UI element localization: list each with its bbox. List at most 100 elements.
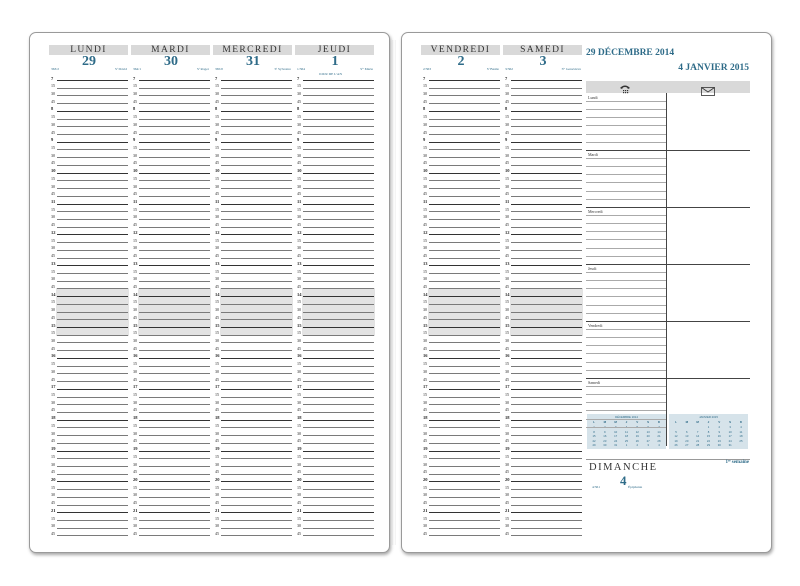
hour-line[interactable] — [139, 388, 210, 390]
quarter-line[interactable] — [303, 149, 374, 151]
note-line[interactable] — [586, 198, 666, 200]
quarter-line[interactable] — [303, 520, 374, 522]
quarter-line[interactable] — [429, 180, 500, 182]
quarter-line[interactable] — [303, 489, 374, 491]
quarter-line[interactable] — [511, 496, 582, 498]
quarter-line[interactable] — [57, 411, 128, 413]
quarter-line[interactable] — [139, 527, 210, 529]
quarter-line[interactable] — [57, 134, 128, 136]
hour-line[interactable] — [511, 265, 582, 267]
hour-line[interactable] — [221, 80, 292, 81]
note-line[interactable] — [586, 247, 666, 249]
quarter-line[interactable] — [57, 334, 128, 336]
quarter-line[interactable] — [511, 342, 582, 344]
quarter-line[interactable] — [139, 195, 210, 197]
hour-line[interactable] — [221, 512, 292, 514]
quarter-line[interactable] — [221, 404, 292, 406]
note-line[interactable] — [586, 174, 666, 176]
quarter-line[interactable] — [139, 319, 210, 321]
quarter-line[interactable] — [57, 211, 128, 213]
hour-line[interactable] — [429, 234, 500, 236]
quarter-line[interactable] — [511, 118, 582, 120]
hour-line[interactable] — [221, 141, 292, 143]
quarter-line[interactable] — [139, 280, 210, 282]
quarter-line[interactable] — [57, 249, 128, 251]
quarter-line[interactable] — [303, 195, 374, 197]
hour-line[interactable] — [139, 327, 210, 329]
quarter-line[interactable] — [511, 180, 582, 182]
hour-line[interactable] — [511, 296, 582, 298]
quarter-line[interactable] — [221, 489, 292, 491]
quarter-line[interactable] — [511, 242, 582, 244]
quarter-line[interactable] — [303, 466, 374, 467]
quarter-line[interactable] — [511, 411, 582, 413]
hour-line[interactable] — [429, 265, 500, 267]
hour-line[interactable] — [511, 80, 582, 81]
hour-line[interactable] — [57, 234, 128, 236]
quarter-line[interactable] — [429, 504, 500, 506]
quarter-line[interactable] — [303, 458, 374, 460]
quarter-line[interactable] — [139, 504, 210, 506]
hour-line[interactable] — [511, 110, 582, 112]
hour-line[interactable] — [139, 481, 210, 483]
quarter-line[interactable] — [429, 195, 500, 197]
hour-line[interactable] — [57, 327, 128, 329]
quarter-line[interactable] — [221, 195, 292, 197]
quarter-line[interactable] — [303, 87, 374, 89]
note-line[interactable] — [586, 288, 666, 290]
hour-line[interactable] — [57, 172, 128, 174]
quarter-line[interactable] — [139, 489, 210, 491]
hour-line[interactable] — [303, 141, 374, 143]
hour-line[interactable] — [303, 388, 374, 390]
hour-line[interactable] — [57, 388, 128, 390]
quarter-line[interactable] — [139, 396, 210, 398]
quarter-line[interactable] — [57, 149, 128, 151]
hour-line[interactable] — [57, 357, 128, 359]
quarter-line[interactable] — [221, 527, 292, 529]
note-line[interactable] — [586, 361, 666, 363]
quarter-line[interactable] — [221, 350, 292, 352]
quarter-line[interactable] — [221, 134, 292, 136]
hour-line[interactable] — [303, 327, 374, 329]
quarter-line[interactable] — [511, 149, 582, 151]
note-line[interactable] — [586, 312, 666, 314]
quarter-line[interactable] — [221, 303, 292, 305]
note-line[interactable] — [586, 239, 666, 241]
quarter-line[interactable] — [139, 164, 210, 166]
quarter-line[interactable] — [303, 427, 374, 429]
quarter-line[interactable] — [57, 126, 128, 128]
quarter-line[interactable] — [57, 280, 128, 282]
quarter-line[interactable] — [57, 273, 128, 274]
quarter-line[interactable] — [57, 365, 128, 367]
quarter-line[interactable] — [221, 319, 292, 321]
quarter-line[interactable] — [303, 211, 374, 213]
hour-line[interactable] — [221, 357, 292, 359]
hour-line[interactable] — [139, 450, 210, 452]
quarter-line[interactable] — [139, 427, 210, 429]
quarter-line[interactable] — [139, 496, 210, 498]
hour-line[interactable] — [221, 265, 292, 267]
hour-line[interactable] — [139, 265, 210, 267]
hour-line[interactable] — [303, 296, 374, 298]
quarter-line[interactable] — [57, 319, 128, 321]
quarter-line[interactable] — [511, 226, 582, 228]
quarter-line[interactable] — [303, 396, 374, 398]
quarter-line[interactable] — [139, 95, 210, 97]
quarter-line[interactable] — [221, 157, 292, 159]
hour-line[interactable] — [511, 450, 582, 452]
hour-line[interactable] — [511, 357, 582, 359]
quarter-line[interactable] — [57, 218, 128, 220]
quarter-line[interactable] — [139, 188, 210, 190]
hour-grid[interactable]: 7 15 30 45 8 15 30 45 9 15 30 45 10 15 30 45 11 15 30 45 12 1… — [212, 76, 294, 541]
quarter-line[interactable] — [511, 527, 582, 529]
note-line[interactable] — [586, 296, 666, 298]
quarter-line[interactable] — [139, 226, 210, 228]
quarter-line[interactable] — [139, 103, 210, 105]
quarter-line[interactable] — [429, 496, 500, 498]
quarter-line[interactable] — [221, 334, 292, 336]
quarter-line[interactable] — [429, 188, 500, 190]
quarter-line[interactable] — [57, 466, 128, 467]
quarter-line[interactable] — [221, 242, 292, 244]
quarter-line[interactable] — [303, 249, 374, 251]
note-line[interactable] — [586, 141, 666, 143]
